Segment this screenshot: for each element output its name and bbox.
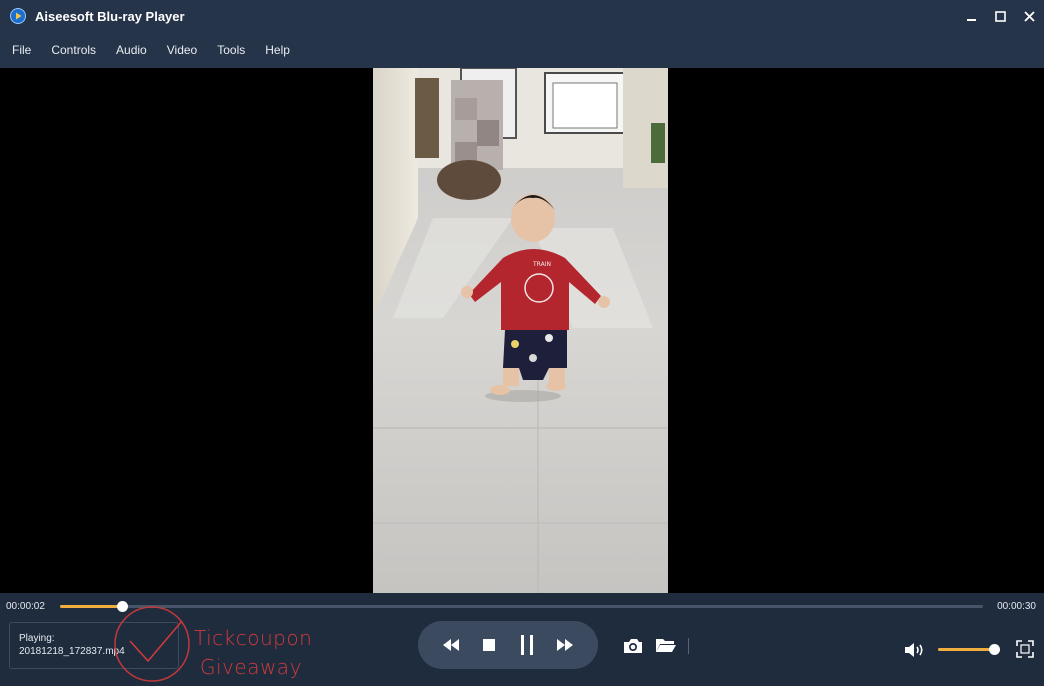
title-bar: Aiseesoft Blu-ray Player <box>0 0 1044 32</box>
stop-icon <box>483 639 495 651</box>
current-time: 00:00:02 <box>6 601 45 612</box>
close-icon <box>1024 10 1035 22</box>
maximize-button[interactable] <box>986 0 1015 32</box>
folder-icon <box>656 639 676 652</box>
rewind-icon <box>443 639 459 651</box>
app-title: Aiseesoft Blu-ray Player <box>35 8 185 24</box>
volume-level <box>938 648 994 651</box>
volume-icon <box>905 643 923 657</box>
seek-bar[interactable] <box>60 601 983 612</box>
snapshot-button[interactable] <box>621 636 645 656</box>
minimize-button[interactable] <box>957 0 986 32</box>
maximize-icon <box>995 10 1006 22</box>
now-playing-filename: 20181218_172837.mp4 <box>19 646 125 657</box>
open-folder-button[interactable] <box>654 635 678 655</box>
seek-handle[interactable] <box>116 601 128 612</box>
transport-controls <box>418 621 598 669</box>
close-button[interactable] <box>1015 0 1044 32</box>
menu-tools[interactable]: Tools <box>207 32 255 68</box>
pause-button[interactable] <box>513 631 541 659</box>
window-controls <box>957 0 1044 32</box>
menu-video[interactable]: Video <box>157 32 207 68</box>
fast-forward-icon <box>557 639 573 651</box>
volume-slider[interactable] <box>938 644 1000 655</box>
total-time: 00:00:30 <box>997 601 1036 612</box>
now-playing-box: Playing: 20181218_172837.mp4 <box>9 622 179 669</box>
rewind-button[interactable] <box>437 631 465 659</box>
now-playing-label: Playing: <box>19 633 55 644</box>
volume-handle[interactable] <box>988 644 1000 655</box>
video-content-image: TRAIN <box>373 68 668 593</box>
stop-button[interactable] <box>475 631 503 659</box>
video-frame: TRAIN <box>373 68 668 593</box>
menu-help[interactable]: Help <box>255 32 300 68</box>
camera-icon <box>624 639 642 653</box>
app-logo-icon <box>10 8 26 24</box>
seek-progress <box>60 605 122 608</box>
pause-icon <box>521 635 533 655</box>
menu-controls[interactable]: Controls <box>41 32 106 68</box>
control-panel: 00:00:02 00:00:30 Playing: 20181218_1728… <box>0 593 1044 686</box>
fast-forward-button[interactable] <box>551 631 579 659</box>
toolbar-divider <box>688 638 689 654</box>
menu-file[interactable]: File <box>2 32 41 68</box>
minimize-icon <box>967 18 976 21</box>
fullscreen-icon <box>1016 640 1034 658</box>
video-display[interactable]: TRAIN <box>0 68 1044 593</box>
svg-text:TRAIN: TRAIN <box>532 261 551 268</box>
fullscreen-button[interactable] <box>1015 639 1035 659</box>
menu-bar: File Controls Audio Video Tools Help <box>0 32 1044 68</box>
volume-button[interactable] <box>904 640 930 660</box>
menu-audio[interactable]: Audio <box>106 32 157 68</box>
